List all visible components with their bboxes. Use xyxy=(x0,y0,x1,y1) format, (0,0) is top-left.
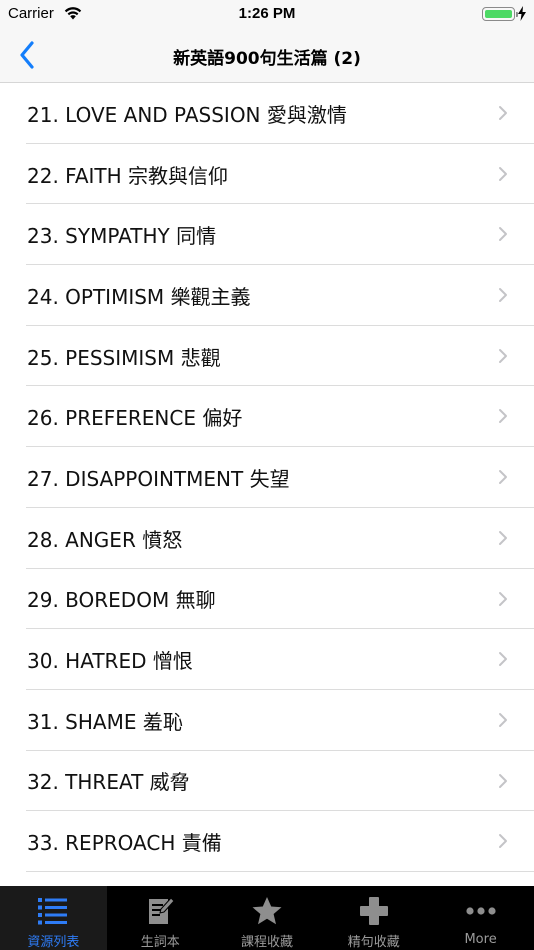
lesson-list[interactable]: 21. LOVE AND PASSION 愛與激情 22. FAITH 宗教與信… xyxy=(0,83,534,886)
list-item[interactable]: 24. OPTIMISM 樂觀主義 xyxy=(0,265,534,326)
list-item-label: 32. THREAT 威脅 xyxy=(27,770,190,795)
tab-resource-list[interactable]: 資源列表 xyxy=(0,886,107,950)
tab-vocabulary[interactable]: 生詞本 xyxy=(107,886,214,950)
chevron-right-icon xyxy=(499,712,507,727)
list-icon xyxy=(38,897,68,924)
more-dots-icon xyxy=(465,907,496,915)
list-item[interactable]: 33. REPROACH 責備 xyxy=(0,811,534,872)
list-item[interactable]: 32. THREAT 威脅 xyxy=(0,751,534,812)
list-item-label: 25. PESSIMISM 悲觀 xyxy=(27,345,221,370)
chevron-right-icon xyxy=(499,591,507,606)
chevron-right-icon xyxy=(499,530,507,545)
list-item[interactable]: 30. HATRED 憎恨 xyxy=(0,629,534,690)
tab-sentence-favorites[interactable]: 精句收藏 xyxy=(320,886,427,950)
page-title: 新英語900句生活篇 (2) xyxy=(173,49,361,69)
list-item[interactable]: 29. BOREDOM 無聊 xyxy=(0,569,534,630)
chevron-right-icon xyxy=(499,834,507,849)
list-item[interactable]: 25. PESSIMISM 悲觀 xyxy=(0,326,534,387)
list-item[interactable]: 27. DISAPPOINTMENT 失望 xyxy=(0,447,534,508)
chevron-right-icon xyxy=(499,227,507,242)
list-item-label: 30. HATRED 憎恨 xyxy=(27,649,193,674)
list-item[interactable]: 23. SYMPATHY 同情 xyxy=(0,204,534,265)
tab-label: 資源列表 xyxy=(27,935,80,950)
list-item[interactable]: 26. PREFERENCE 偏好 xyxy=(0,386,534,447)
plus-icon xyxy=(359,896,388,925)
list-item[interactable]: 21. LOVE AND PASSION 愛與激情 xyxy=(0,83,534,144)
tab-more[interactable]: More xyxy=(427,886,534,950)
tab-bar: 資源列表 生詞本 課程收藏 精句收藏 More xyxy=(0,886,534,950)
charging-bolt-icon xyxy=(518,6,526,21)
chevron-right-icon xyxy=(499,166,507,181)
list-item-label: 27. DISAPPOINTMENT 失望 xyxy=(27,466,290,491)
list-item[interactable]: 31. SHAME 羞恥 xyxy=(0,690,534,751)
notebook-edit-icon xyxy=(149,896,175,924)
list-item[interactable]: 22. FAITH 宗教與信仰 xyxy=(0,144,534,205)
list-item[interactable]: 28. ANGER 憤怒 xyxy=(0,508,534,569)
list-item-label: 33. REPROACH 責備 xyxy=(27,831,222,856)
battery-icon xyxy=(482,7,518,21)
chevron-right-icon xyxy=(499,348,507,363)
list-item-label: 31. SHAME 羞恥 xyxy=(27,709,183,734)
status-time: 1:26 PM xyxy=(238,5,296,22)
tab-label: 精句收藏 xyxy=(347,935,400,950)
chevron-right-icon xyxy=(499,288,507,303)
tab-label: 課程收藏 xyxy=(240,935,293,950)
tab-label: 生詞本 xyxy=(140,935,180,950)
chevron-right-icon xyxy=(499,409,507,424)
list-item-label: 29. BOREDOM 無聊 xyxy=(27,588,216,613)
list-item-label: 22. FAITH 宗教與信仰 xyxy=(27,163,229,188)
chevron-right-icon xyxy=(499,106,507,120)
navigation-bar: 新英語900句生活篇 (2) xyxy=(0,28,534,83)
list-item-label: 28. ANGER 憤怒 xyxy=(27,527,183,552)
list-item-label: 23. SYMPATHY 同情 xyxy=(27,224,217,249)
chevron-right-icon xyxy=(499,470,507,485)
status-bar: Carrier 1:26 PM xyxy=(0,0,534,28)
chevron-right-icon xyxy=(499,773,507,788)
tab-course-favorites[interactable]: 課程收藏 xyxy=(214,886,321,950)
list-item-label: 26. PREFERENCE 偏好 xyxy=(27,406,243,431)
chevron-right-icon xyxy=(499,652,507,667)
list-item-label: 24. OPTIMISM 樂觀主義 xyxy=(27,284,251,309)
list-item-label: 21. LOVE AND PASSION 愛與激情 xyxy=(27,102,347,127)
tab-label: More xyxy=(464,932,497,947)
star-icon xyxy=(252,896,282,924)
